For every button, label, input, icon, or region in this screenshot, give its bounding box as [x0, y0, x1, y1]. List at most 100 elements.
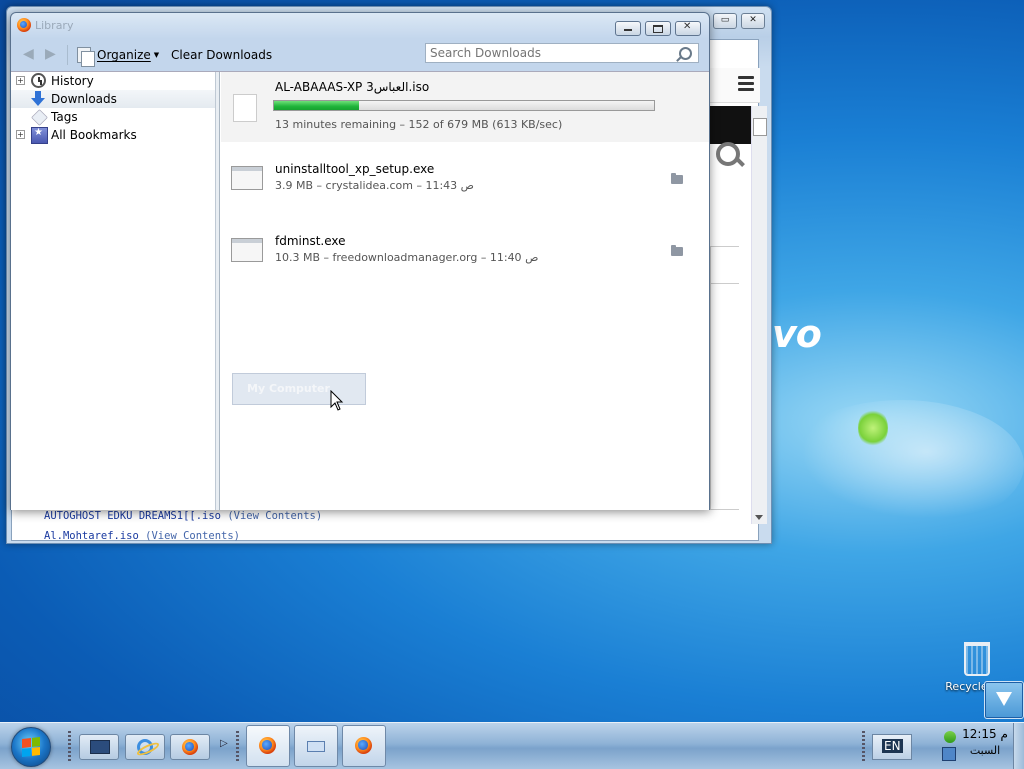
start-button[interactable] [11, 727, 51, 767]
organize-button[interactable]: Organize ▼ [97, 48, 159, 62]
windows-logo-icon [22, 737, 40, 757]
toolbar-separator [67, 45, 68, 65]
download-status: 10.3 MB – freedownloadmanager.org – 11:4… [275, 251, 539, 264]
quicklaunch-show-desktop[interactable] [79, 734, 119, 760]
clock-time: 12:15 م [962, 727, 1008, 741]
chevron-down-icon: ▼ [153, 51, 160, 59]
downloads-list: AL-ABAAAS-XP 3العباس.iso 13 minutes rema… [221, 72, 709, 510]
organize-icon [77, 47, 95, 67]
forward-arrow-icon[interactable]: ▶ [45, 47, 59, 61]
browser-scrollbar-thumb[interactable] [753, 118, 767, 136]
download-status-icon[interactable] [984, 681, 1024, 719]
wallpaper-logo: vo [772, 312, 822, 356]
page-search-icon[interactable] [716, 142, 740, 166]
download-name: uninstalltool_xp_setup.exe [275, 162, 435, 176]
browser-scrollbar[interactable] [751, 106, 767, 524]
expand-icon[interactable]: + [16, 130, 25, 139]
taskbar: ▷ EN 12:15 م السبت [0, 722, 1024, 769]
file-row-name[interactable]: Al.Mohtaref.iso [44, 530, 139, 542]
desktop-icon [90, 740, 110, 754]
tree-item-label: Tags [51, 110, 78, 124]
firefox-icon [182, 739, 198, 755]
firefox-icon [17, 18, 31, 32]
download-item[interactable]: AL-ABAAAS-XP 3العباس.iso 13 minutes rema… [221, 72, 709, 142]
system-clock[interactable]: 12:15 م السبت [962, 727, 1008, 757]
taskbar-grip[interactable] [862, 731, 865, 761]
download-name: AL-ABAAAS-XP 3العباس.iso [275, 80, 430, 94]
search-downloads-box[interactable] [425, 43, 699, 63]
library-minimize-button[interactable] [615, 21, 641, 36]
page-header-dark [710, 106, 756, 144]
taskbar-firefox-window[interactable] [246, 725, 290, 767]
library-window-controls [615, 21, 701, 36]
browser-close-button[interactable]: ✕ [741, 13, 765, 29]
security-shield-icon[interactable] [944, 731, 956, 743]
download-status: 13 minutes remaining – 152 of 679 MB (61… [275, 118, 563, 131]
wallpaper-leaf [858, 408, 888, 448]
expand-icon[interactable]: + [16, 76, 25, 85]
file-icon [233, 94, 257, 122]
open-folder-icon[interactable] [671, 245, 683, 256]
file-row-name[interactable]: AUTOGHOST EDKU DREAMS1[[.iso [44, 510, 221, 522]
clear-downloads-button[interactable]: Clear Downloads [171, 48, 272, 62]
search-icon[interactable] [679, 47, 692, 60]
download-name: fdminst.exe [275, 234, 346, 248]
clock-icon [31, 73, 46, 88]
tree-item-tags[interactable]: Tags [11, 108, 215, 126]
firefox-icon [355, 737, 372, 754]
taskbar-grip[interactable] [68, 731, 71, 761]
tree-item-downloads[interactable]: Downloads [11, 90, 215, 108]
taskbar-library-window[interactable] [342, 725, 386, 767]
view-contents-link[interactable]: (View Contents) [145, 530, 240, 542]
download-arrow-icon [31, 91, 46, 106]
download-progress-bar [273, 100, 655, 111]
download-item[interactable]: uninstalltool_xp_setup.exe 3.9 MB – crys… [221, 152, 709, 222]
firefox-icon [259, 737, 276, 754]
quicklaunch-internet-explorer[interactable] [125, 734, 165, 760]
tree-item-all-bookmarks[interactable]: + All Bookmarks [11, 126, 215, 144]
download-item[interactable]: fdminst.exe 10.3 MB – freedownloadmanage… [221, 224, 709, 294]
exe-file-icon [231, 238, 263, 262]
language-label: EN [882, 739, 903, 753]
network-icon[interactable] [942, 747, 956, 761]
library-close-button[interactable] [675, 21, 701, 36]
library-window[interactable]: Library ◀ ▶ Organize▼ Clear Downloads + … [10, 12, 710, 510]
library-window-title: Library [35, 19, 74, 32]
drag-ghost: My Computer [232, 373, 366, 405]
open-folder-icon[interactable] [671, 173, 683, 184]
browser-maximize-button[interactable]: ▭ [713, 13, 737, 29]
tag-icon [31, 109, 48, 126]
download-status: 3.9 MB – crystalidea.com – 11:43 ص [275, 179, 474, 192]
recycle-bin-icon [964, 642, 990, 676]
keyboard-icon [307, 741, 325, 752]
file-row[interactable]: AUTOGHOST EDKU DREAMS1[[.iso (View Conte… [44, 510, 322, 522]
tree-item-history[interactable]: + History [11, 72, 215, 90]
drag-ghost-label: My Computer [247, 382, 330, 395]
exe-file-icon [231, 166, 263, 190]
tree-item-label: History [51, 74, 94, 88]
library-maximize-button[interactable] [645, 21, 671, 36]
back-arrow-icon[interactable]: ◀ [23, 47, 37, 61]
wallpaper-swirl [780, 400, 1024, 530]
clock-day: السبت [969, 744, 1001, 757]
download-progress-fill [274, 101, 360, 110]
quicklaunch-more-icon[interactable]: ▷ [220, 738, 228, 749]
tree-item-label: All Bookmarks [51, 128, 137, 142]
library-tree: + History Downloads Tags + All Bookmarks [11, 72, 216, 510]
bookmarks-icon [31, 127, 48, 144]
view-contents-link[interactable]: (View Contents) [227, 510, 322, 522]
hamburger-menu-icon[interactable] [738, 76, 754, 94]
library-body: + History Downloads Tags + All Bookmarks [11, 71, 709, 510]
taskbar-onscreen-keyboard[interactable] [294, 725, 338, 767]
show-desktop-button[interactable] [1013, 723, 1024, 769]
page-sidebar-box [710, 246, 739, 510]
language-indicator[interactable]: EN [872, 734, 912, 760]
internet-explorer-icon [137, 739, 153, 755]
search-downloads-input[interactable] [430, 46, 670, 60]
pane-splitter[interactable] [216, 72, 220, 510]
quicklaunch-firefox[interactable] [170, 734, 210, 760]
taskbar-grip[interactable] [236, 731, 239, 761]
file-row[interactable]: Al.Mohtaref.iso (View Contents) [44, 530, 240, 542]
scroll-down-arrow-icon[interactable] [755, 515, 763, 520]
tree-item-label: Downloads [51, 92, 117, 106]
